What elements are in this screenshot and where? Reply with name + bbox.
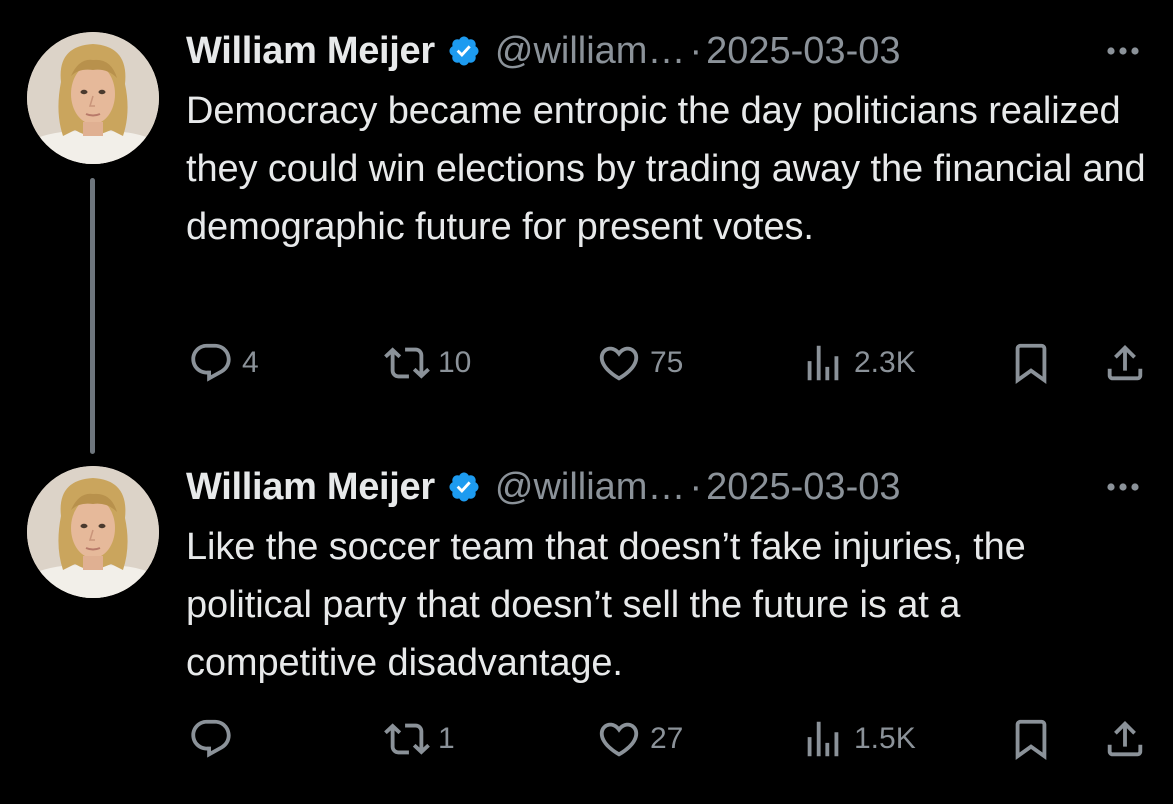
retweet-count: 1 bbox=[438, 722, 455, 755]
bar-chart-icon bbox=[807, 721, 839, 757]
like-count: 75 bbox=[650, 346, 684, 379]
tweet-text: Like the soccer team that doesn’t fake i… bbox=[186, 526, 1026, 684]
author-name[interactable]: William Meijer bbox=[186, 466, 435, 509]
bookmark-button[interactable] bbox=[1008, 714, 1054, 764]
views-button[interactable]: 2.3K bbox=[800, 338, 916, 388]
tweet[interactable]: William Meijer @william… · 2025-03-03 Li… bbox=[0, 440, 1173, 804]
bar-chart-icon bbox=[807, 345, 839, 381]
reply-button[interactable]: 4 bbox=[188, 338, 259, 388]
bookmark-icon bbox=[1015, 719, 1047, 760]
retweet-count: 10 bbox=[438, 346, 472, 379]
views-count: 2.3K bbox=[854, 346, 916, 379]
tweet-text: Democracy became entropic the day politi… bbox=[186, 90, 1146, 248]
bookmark-button[interactable] bbox=[1008, 338, 1054, 388]
author-name[interactable]: William Meijer bbox=[186, 30, 435, 73]
avatar[interactable] bbox=[27, 32, 159, 164]
heart-icon bbox=[599, 346, 639, 381]
bookmark-icon bbox=[1015, 343, 1047, 384]
tweet[interactable]: William Meijer @william… · 2025-03-03 De… bbox=[0, 0, 1173, 454]
reply-button[interactable] bbox=[188, 714, 242, 764]
reply-bubble-icon bbox=[191, 343, 231, 382]
share-upload-icon bbox=[1107, 720, 1143, 757]
more-dots-icon[interactable] bbox=[1105, 34, 1141, 68]
author-handle[interactable]: @william… bbox=[495, 466, 686, 509]
views-button[interactable]: 1.5K bbox=[800, 714, 916, 764]
views-count: 1.5K bbox=[854, 722, 916, 755]
share-button[interactable] bbox=[1102, 714, 1148, 764]
reply-bubble-icon bbox=[191, 719, 231, 758]
like-button[interactable]: 27 bbox=[596, 714, 683, 764]
share-button[interactable] bbox=[1102, 338, 1148, 388]
avatar-photo bbox=[27, 466, 159, 598]
retweet-button[interactable]: 10 bbox=[384, 338, 471, 388]
verified-badge-icon bbox=[449, 472, 479, 502]
tweet-actions: 1 27 1.5K bbox=[186, 714, 1146, 764]
avatar-photo bbox=[27, 32, 159, 164]
tweet-header: William Meijer @william… · 2025-03-03 bbox=[186, 462, 1173, 512]
like-count: 27 bbox=[650, 722, 684, 755]
tweet-date[interactable]: 2025-03-03 bbox=[706, 466, 900, 509]
more-dots-icon[interactable] bbox=[1105, 470, 1141, 504]
retweet-button[interactable]: 1 bbox=[384, 714, 455, 764]
thread-connector-line bbox=[90, 178, 95, 454]
like-button[interactable]: 75 bbox=[596, 338, 683, 388]
share-upload-icon bbox=[1107, 344, 1143, 381]
tweet-actions: 4 10 75 2.3K bbox=[186, 338, 1146, 388]
reply-count: 4 bbox=[242, 346, 259, 379]
heart-icon bbox=[599, 722, 639, 757]
tweet-header: William Meijer @william… · 2025-03-03 bbox=[186, 26, 1173, 76]
verified-badge-icon bbox=[449, 36, 479, 66]
avatar[interactable] bbox=[27, 466, 159, 598]
author-handle[interactable]: @william… bbox=[495, 30, 686, 73]
separator-dot: · bbox=[689, 465, 703, 508]
retweet-arrows-icon bbox=[384, 347, 430, 379]
tweet-date[interactable]: 2025-03-03 bbox=[706, 30, 900, 73]
retweet-arrows-icon bbox=[384, 723, 430, 755]
separator-dot: · bbox=[689, 29, 703, 72]
